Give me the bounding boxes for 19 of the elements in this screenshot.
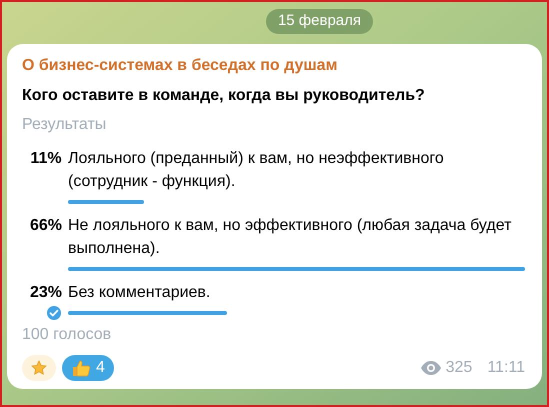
poll-question: Кого оставите в команде, когда вы руководитель? [22,86,426,106]
date-badge: 15 февраля [266,9,374,34]
thumbs-up-reaction[interactable]: 4 [62,354,114,380]
option-text: Без комментариев. [68,282,212,302]
option-percent: 66% [30,216,62,236]
star-icon [31,360,47,376]
option-percent: 11% [30,148,62,168]
voted-check-icon [46,304,62,320]
star-reaction[interactable] [22,354,56,380]
option-text: Лояльного (преданный) к вам, но неэффективного (сотрудник - функция). [68,148,445,192]
thumbs-up-icon [71,358,91,378]
channel-name[interactable]: О бизнес-системах в беседах по душам [22,54,525,78]
option-text: Не лояльного к вам, но эффективного (любая задача будет выполнена). [68,216,512,258]
poll-type-label: Результаты [22,114,108,134]
view-count: 325 [446,358,472,378]
message-time: 11:11 [487,358,525,378]
option-percent: 23% [30,282,62,302]
eye-icon [420,360,441,374]
vote-count: 100 голосов [22,324,112,344]
